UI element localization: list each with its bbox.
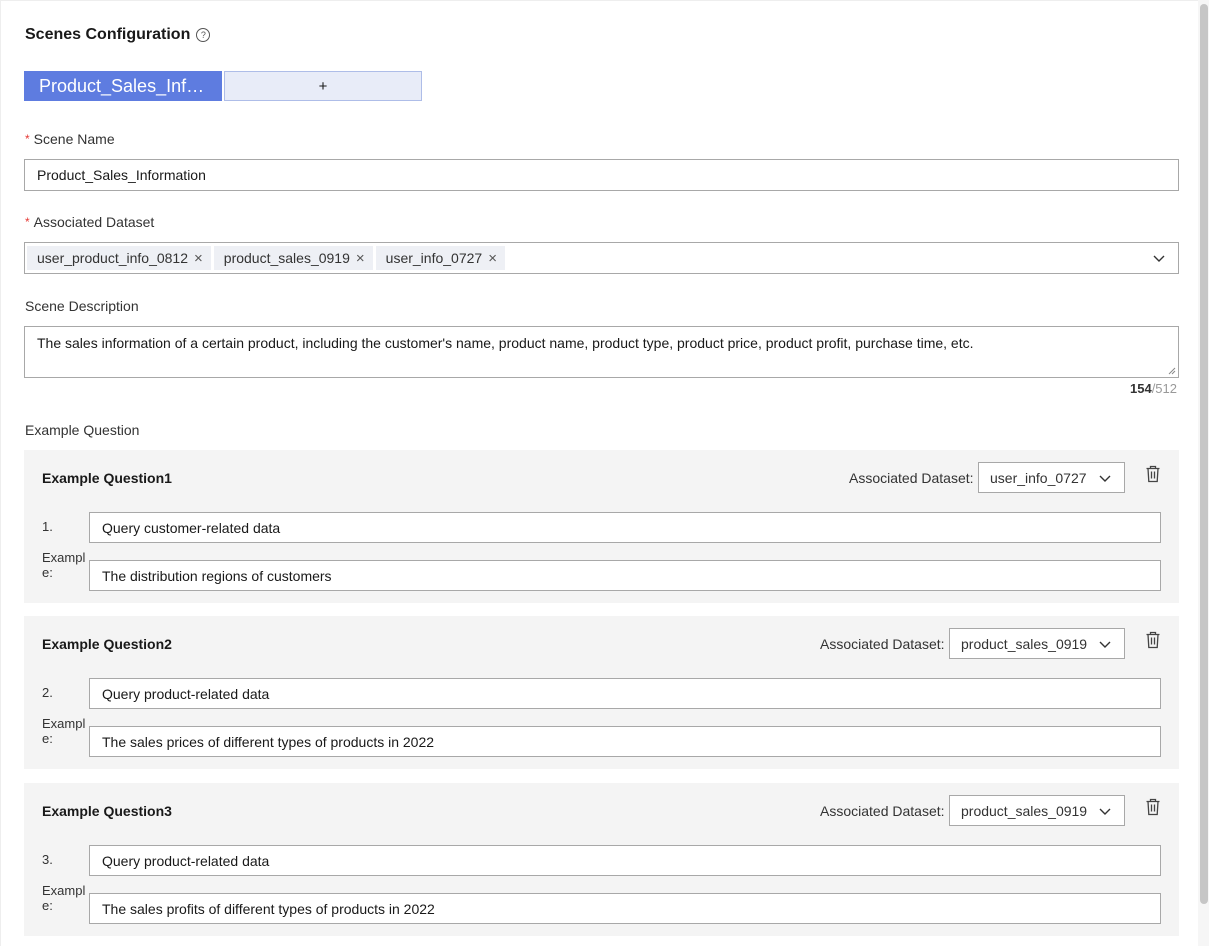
chevron-down-icon bbox=[1099, 808, 1111, 815]
character-max: /512 bbox=[1151, 381, 1177, 396]
example-input[interactable]: The distribution regions of customers bbox=[89, 560, 1161, 591]
chevron-down-icon bbox=[1099, 641, 1111, 648]
question-number: 2. bbox=[42, 685, 53, 700]
scene-description-textarea[interactable]: The sales information of a certain produ… bbox=[24, 326, 1179, 378]
example-dataset-select[interactable]: user_info_0727 bbox=[978, 462, 1125, 493]
resize-handle-icon[interactable] bbox=[1168, 367, 1176, 375]
example-question-block: Example Question3 Associated Dataset: pr… bbox=[24, 783, 1179, 936]
dataset-chip-label: user_product_info_0812 bbox=[37, 250, 189, 266]
tab-label: Product_Sales_Information bbox=[39, 75, 207, 96]
page-title: Scenes Configuration bbox=[25, 26, 191, 43]
scene-description-text: The sales information of a certain produ… bbox=[37, 335, 974, 351]
scene-description-label: Scene Description bbox=[25, 298, 139, 314]
dataset-chip: user_info_0727 × bbox=[375, 246, 505, 270]
scene-name-input[interactable]: Product_Sales_Information bbox=[24, 159, 1179, 191]
scrollbar-thumb[interactable] bbox=[1200, 4, 1208, 904]
example-label: Example: bbox=[42, 883, 86, 913]
scene-name-label-text: Scene Name bbox=[33, 131, 115, 147]
character-counter: 154/512 bbox=[1130, 381, 1177, 396]
example-dataset-select[interactable]: product_sales_0919 bbox=[949, 628, 1125, 659]
dataset-chip-label: user_info_0727 bbox=[385, 250, 483, 266]
scrollbar[interactable] bbox=[1198, 0, 1209, 946]
example-input[interactable]: The sales profits of different types of … bbox=[89, 893, 1161, 924]
trash-icon[interactable] bbox=[1145, 798, 1161, 816]
example-input[interactable]: The sales prices of different types of p… bbox=[89, 726, 1161, 757]
associated-dataset-select[interactable]: user_product_info_0812 × product_sales_0… bbox=[24, 242, 1179, 274]
question-number: 1. bbox=[42, 519, 53, 534]
question-circle-icon[interactable]: ? bbox=[196, 28, 211, 42]
required-mark: * bbox=[25, 215, 30, 229]
example-label: Example: bbox=[42, 716, 86, 746]
scene-name-label: * Scene Name bbox=[25, 131, 115, 147]
dataset-chip: product_sales_0919 × bbox=[213, 246, 373, 270]
associated-dataset-label: * Associated Dataset bbox=[25, 214, 154, 230]
question-number: 3. bbox=[42, 852, 53, 867]
question-input[interactable]: Query product-related data bbox=[89, 678, 1161, 709]
example-question-block: Example Question1 Associated Dataset: us… bbox=[24, 450, 1179, 603]
question-input[interactable]: Query product-related data bbox=[89, 845, 1161, 876]
example-question-section-label: Example Question bbox=[25, 422, 140, 438]
example-question-block: Example Question2 Associated Dataset: pr… bbox=[24, 616, 1179, 769]
required-mark: * bbox=[25, 132, 30, 146]
example-dataset-value: user_info_0727 bbox=[990, 469, 1087, 486]
associated-dataset-label: Associated Dataset: bbox=[849, 470, 974, 486]
trash-icon[interactable] bbox=[1145, 465, 1161, 483]
chip-remove-icon[interactable]: × bbox=[194, 250, 203, 267]
example-dataset-value: product_sales_0919 bbox=[961, 802, 1088, 819]
chevron-down-icon[interactable] bbox=[1152, 251, 1166, 265]
chip-remove-icon[interactable]: × bbox=[488, 250, 497, 267]
tab-product-sales-information[interactable]: Product_Sales_Information bbox=[24, 71, 222, 101]
associated-dataset-label: Associated Dataset: bbox=[820, 636, 945, 652]
example-dataset-value: product_sales_0919 bbox=[961, 635, 1088, 652]
chip-remove-icon[interactable]: × bbox=[356, 250, 365, 267]
example-question-title: Example Question3 bbox=[42, 803, 172, 819]
question-input[interactable]: Query customer-related data bbox=[89, 512, 1161, 543]
scenes-configuration-panel: Scenes Configuration ? Product_Sales_Inf… bbox=[0, 0, 1198, 946]
example-question-title: Example Question2 bbox=[42, 636, 172, 652]
associated-dataset-label: Associated Dataset: bbox=[820, 803, 945, 819]
scene-tabs: Product_Sales_Information + bbox=[24, 71, 422, 101]
title-row: Scenes Configuration ? bbox=[25, 25, 211, 45]
associated-dataset-label-text: Associated Dataset bbox=[33, 214, 155, 230]
trash-icon[interactable] bbox=[1145, 631, 1161, 649]
dataset-chip: user_product_info_0812 × bbox=[27, 246, 211, 270]
example-question-title: Example Question1 bbox=[42, 470, 172, 486]
dataset-chip-label: product_sales_0919 bbox=[223, 250, 350, 266]
chevron-down-icon bbox=[1099, 475, 1111, 482]
example-label: Example: bbox=[42, 550, 86, 580]
add-scene-tab-button[interactable]: + bbox=[224, 71, 422, 101]
character-count: 154 bbox=[1129, 381, 1152, 396]
example-dataset-select[interactable]: product_sales_0919 bbox=[949, 795, 1125, 826]
